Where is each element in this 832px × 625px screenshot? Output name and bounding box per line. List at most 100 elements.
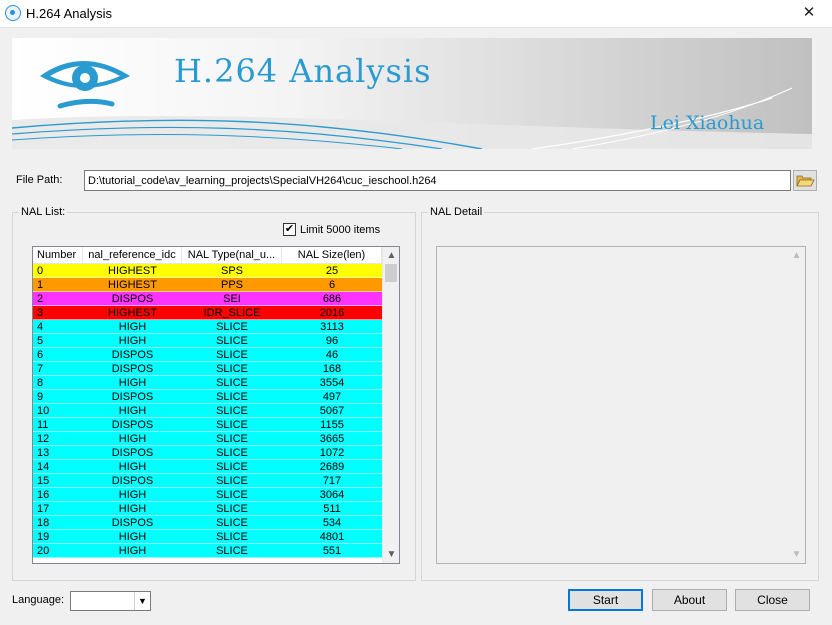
cell-nal-size: 25 <box>325 265 339 277</box>
scroll-up-icon[interactable]: ▲ <box>383 247 399 264</box>
table-row[interactable]: 17 HIGH SLICE 511 <box>33 502 382 516</box>
detail-scroll-down-icon[interactable]: ▼ <box>788 546 805 563</box>
cell-nal-size: 3665 <box>319 433 345 445</box>
cell-ref-idc: HIGH <box>118 321 147 333</box>
cell-number: 17 <box>37 503 50 515</box>
cell-nal-type: SEI <box>223 293 241 305</box>
column-header-nal-type[interactable]: NAL Type(nal_u... <box>182 247 282 264</box>
cell-nal-type: SLICE <box>216 433 248 445</box>
cell-number: 9 <box>37 391 44 403</box>
column-header-number[interactable]: Number <box>33 247 83 264</box>
table-row[interactable]: 10 HIGH SLICE 5067 <box>33 404 382 418</box>
detail-scroll-up-icon[interactable]: ▲ <box>788 247 805 264</box>
nal-detail-box[interactable]: ▲ ▼ <box>436 246 806 564</box>
folder-open-icon <box>796 175 815 187</box>
scroll-thumb[interactable] <box>385 264 397 282</box>
eye-icon <box>40 61 130 109</box>
cell-number: 13 <box>37 447 50 459</box>
cell-number: 7 <box>37 363 44 375</box>
table-row[interactable]: 7 DISPOS SLICE 168 <box>33 362 382 376</box>
nal-table[interactable]: Number nal_reference_idc NAL Type(nal_u.… <box>32 246 400 564</box>
cell-number: 10 <box>37 405 50 417</box>
banner: H.264 Analysis Lei Xiaohua <box>12 38 812 149</box>
limit-checkbox[interactable]: ✔ <box>283 223 296 236</box>
cell-nal-type: PPS <box>220 279 243 291</box>
nal-list-title: NAL List: <box>19 206 68 218</box>
cell-ref-idc: HIGH <box>118 503 147 515</box>
cell-nal-type: SLICE <box>216 545 248 557</box>
table-row[interactable]: 0 HIGHEST SPS 25 <box>33 264 382 278</box>
cell-nal-type: SLICE <box>216 475 248 487</box>
cell-nal-size: 717 <box>322 475 342 487</box>
cell-number: 11 <box>37 419 49 431</box>
table-row[interactable]: 13 DISPOS SLICE 1072 <box>33 446 382 460</box>
cell-ref-idc: HIGHEST <box>108 307 157 319</box>
cell-ref-idc: HIGHEST <box>108 279 157 291</box>
language-select[interactable]: ▼ <box>70 591 151 611</box>
cell-number: 20 <box>37 545 50 557</box>
cell-number: 15 <box>37 475 50 487</box>
cell-nal-type: SLICE <box>216 335 248 347</box>
table-row[interactable]: 15 DISPOS SLICE 717 <box>33 474 382 488</box>
cell-nal-size: 4801 <box>319 531 345 543</box>
cell-nal-size: 6 <box>328 279 336 291</box>
close-button[interactable]: Close <box>735 589 810 611</box>
cell-nal-size: 534 <box>322 517 342 529</box>
cell-ref-idc: DISPOS <box>111 349 154 361</box>
column-header-nal-size[interactable]: NAL Size(len) <box>282 247 382 264</box>
cell-ref-idc: DISPOS <box>111 363 154 375</box>
table-row[interactable]: 16 HIGH SLICE 3064 <box>33 488 382 502</box>
cell-number: 18 <box>37 517 50 529</box>
cell-nal-size: 497 <box>322 391 342 403</box>
table-row[interactable]: 18 DISPOS SLICE 534 <box>33 516 382 530</box>
file-path-input[interactable] <box>84 170 791 191</box>
start-button[interactable]: Start <box>568 589 643 611</box>
browse-button[interactable] <box>793 170 817 191</box>
cell-ref-idc: DISPOS <box>111 391 154 403</box>
table-row[interactable]: 1 HIGHEST PPS 6 <box>33 278 382 292</box>
table-row[interactable]: 12 HIGH SLICE 3665 <box>33 432 382 446</box>
table-row[interactable]: 2 DISPOS SEI 686 <box>33 292 382 306</box>
table-row[interactable]: 3 HIGHEST IDR_SLICE 2016 <box>33 306 382 320</box>
table-row[interactable]: 14 HIGH SLICE 2689 <box>33 460 382 474</box>
cell-nal-size: 686 <box>322 293 342 305</box>
table-row[interactable]: 9 DISPOS SLICE 497 <box>33 390 382 404</box>
banner-title: H.264 Analysis <box>174 52 432 90</box>
cell-number: 1 <box>37 279 44 291</box>
cell-ref-idc: DISPOS <box>111 475 154 487</box>
cell-number: 19 <box>37 531 50 543</box>
cell-nal-size: 2689 <box>319 461 345 473</box>
cell-nal-type: SLICE <box>216 377 248 389</box>
chevron-down-icon[interactable]: ▼ <box>134 592 150 610</box>
cell-number: 8 <box>37 377 44 389</box>
title-bar: H.264 Analysis ✕ <box>0 0 832 28</box>
cell-number: 5 <box>37 335 44 347</box>
cell-nal-size: 3554 <box>319 377 345 389</box>
table-row[interactable]: 4 HIGH SLICE 3113 <box>33 320 382 334</box>
table-row[interactable]: 6 DISPOS SLICE 46 <box>33 348 382 362</box>
cell-ref-idc: HIGH <box>118 545 147 557</box>
cell-ref-idc: DISPOS <box>111 517 154 529</box>
window-close-button[interactable]: ✕ <box>786 0 832 28</box>
cell-ref-idc: DISPOS <box>111 447 154 459</box>
about-button[interactable]: About <box>652 589 727 611</box>
cell-ref-idc: HIGH <box>118 377 147 389</box>
table-row[interactable]: 20 HIGH SLICE 551 <box>33 544 382 558</box>
cell-nal-type: SLICE <box>216 363 248 375</box>
cell-ref-idc: DISPOS <box>111 293 154 305</box>
table-row[interactable]: 19 HIGH SLICE 4801 <box>33 530 382 544</box>
table-rows: 0 HIGHEST SPS 25 1 HIGHEST PPS 6 2 DISPOS SEI 686 3 H… <box>33 264 382 558</box>
table-row[interactable]: 8 HIGH SLICE 3554 <box>33 376 382 390</box>
list-scrollbar[interactable]: ▲ ▼ <box>382 247 399 563</box>
cell-ref-idc: HIGH <box>118 531 147 543</box>
detail-scrollbar[interactable]: ▲ ▼ <box>788 247 805 563</box>
column-header-ref-idc[interactable]: nal_reference_idc <box>83 247 182 264</box>
cell-number: 0 <box>37 265 44 277</box>
table-row[interactable]: 11 DISPOS SLICE 1155 <box>33 418 382 432</box>
cell-nal-type: SLICE <box>216 321 248 333</box>
table-row[interactable]: 5 HIGH SLICE 96 <box>33 334 382 348</box>
scroll-down-icon[interactable]: ▼ <box>383 546 399 563</box>
cell-nal-size: 3064 <box>319 489 345 501</box>
cell-number: 6 <box>37 349 44 361</box>
cell-ref-idc: HIGHEST <box>108 265 157 277</box>
